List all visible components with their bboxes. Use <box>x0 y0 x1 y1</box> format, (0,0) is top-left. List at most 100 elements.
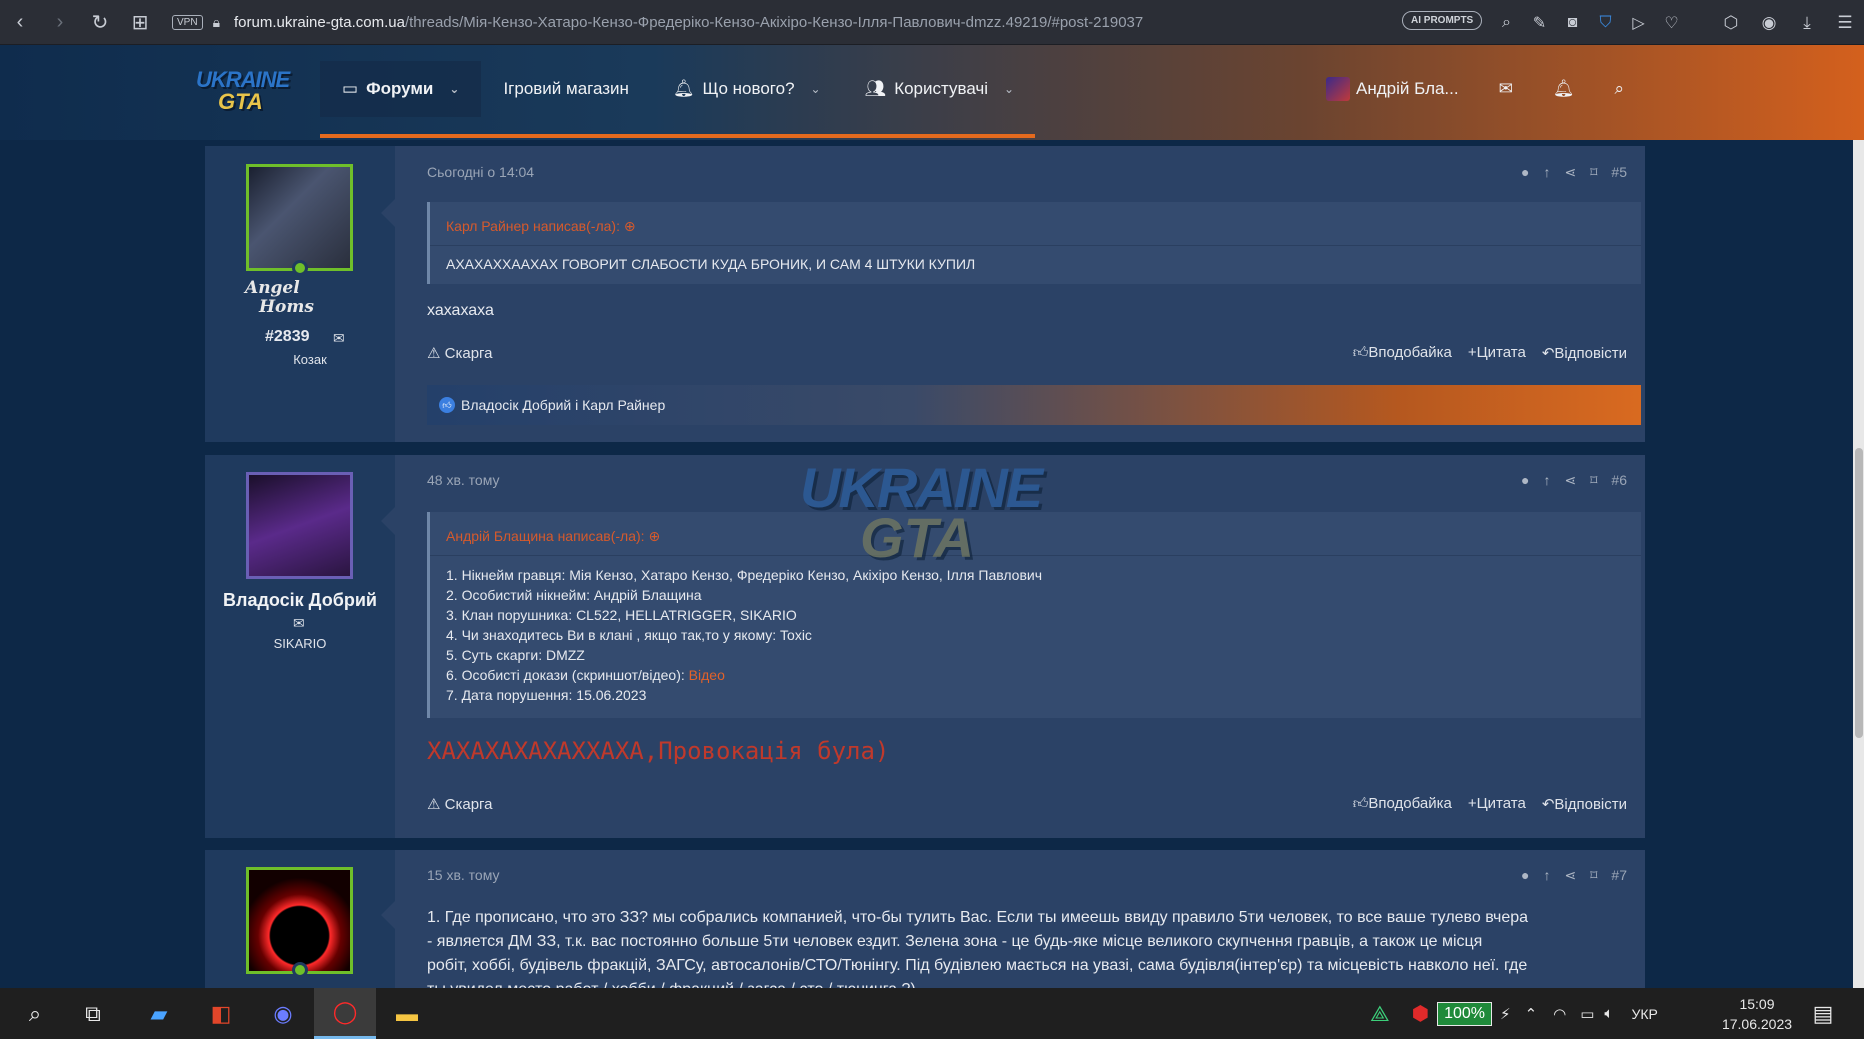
address-bar[interactable]: forum.ukraine-gta.com.ua/threads/Мія-Кен… <box>234 14 1334 31</box>
profile-icon[interactable]: ◉ <box>1750 13 1788 33</box>
bookmark-icon[interactable]: ⌑ <box>1590 867 1597 884</box>
chevron-down-icon[interactable]: ⌄ <box>1004 82 1014 96</box>
ai-prompts-button[interactable]: AI PROMPTS <box>1402 11 1483 30</box>
quote-header[interactable]: Андрій Блащина написав(-ла): ⊕ <box>446 528 660 545</box>
inbox-icon[interactable]: ✉ <box>1499 79 1513 99</box>
post-arrow <box>381 901 395 929</box>
battery-icon[interactable]: ▭ <box>1580 1005 1594 1023</box>
post-user-cell: Владосік Добрий ✉ SIKARIO <box>205 455 395 838</box>
post-number[interactable]: #5 <box>1611 164 1627 181</box>
post-time[interactable]: 15 хв. тому <box>427 867 500 883</box>
back-icon[interactable]: ‹ <box>0 0 40 45</box>
post-number[interactable]: #7 <box>1611 867 1627 884</box>
nav-users[interactable]: 👥︎ Користувачі ⌄ <box>843 61 1037 117</box>
account-name[interactable]: Андрій Бла... <box>1356 79 1459 99</box>
avatar[interactable] <box>246 472 353 579</box>
comment-icon: ▭ <box>342 79 359 98</box>
evidence-video-link[interactable]: Відео <box>689 667 725 683</box>
scrollbar-thumb[interactable] <box>1855 448 1863 738</box>
arrow-up-icon[interactable]: ↑ <box>1544 164 1551 181</box>
plug-icon[interactable]: ⚡︎ <box>1500 1005 1511 1023</box>
nav-forums[interactable]: ▭ Форуми ⌄ <box>320 61 482 117</box>
arrow-up-circle-icon: ⊕ <box>648 528 661 544</box>
reply-button[interactable]: ↶Відповісти <box>1542 795 1627 813</box>
discord-icon[interactable]: ◉ <box>252 988 314 1039</box>
red-app-icon[interactable]: ⬢ <box>1412 1001 1429 1026</box>
search-icon[interactable]: ⌕ <box>1490 14 1523 32</box>
quote-header[interactable]: Карл Райнер написав(-ла): ⊕ <box>446 218 636 235</box>
battery-indicator[interactable]: 100% <box>1437 1001 1493 1026</box>
post-6: Владосік Добрий ✉ SIKARIO 48 хв. тому ● … <box>205 455 1645 838</box>
username[interactable]: Владосік Добрий <box>205 590 395 611</box>
report-button[interactable]: ⚠ Скарга <box>427 795 493 813</box>
share-icon[interactable]: ⋖ <box>1565 164 1577 181</box>
shield-icon[interactable]: ⛉ <box>1589 14 1622 32</box>
nav-whats-new[interactable]: 🔔︎ Що нового? ⌄ <box>651 61 843 117</box>
username[interactable]: Angel Homs <box>245 279 314 317</box>
post-time[interactable]: 48 хв. тому <box>427 472 500 488</box>
avatar[interactable] <box>246 164 353 271</box>
cube-icon[interactable]: ⬡ <box>1712 13 1750 33</box>
camera-icon[interactable]: ◙ <box>1556 14 1589 32</box>
bookmark-icon[interactable]: ⌑ <box>1590 164 1597 181</box>
send-icon[interactable]: ▷ <box>1622 13 1655 33</box>
report-button[interactable]: ⚠ Скарга <box>427 344 493 362</box>
search-icon[interactable]: ⌕ <box>1614 79 1624 99</box>
reply-button[interactable]: ↶Відповісти <box>1542 344 1627 362</box>
vpn-badge[interactable]: VPN <box>172 14 203 30</box>
reload-icon[interactable]: ↻ <box>80 0 120 45</box>
account-avatar[interactable] <box>1326 77 1350 101</box>
file-explorer-icon[interactable]: ▬ <box>376 988 438 1039</box>
post-text: хахахаха <box>427 302 494 319</box>
heart-icon[interactable]: ♡ <box>1655 13 1688 33</box>
post-number[interactable]: #6 <box>1611 472 1627 489</box>
edit-icon[interactable]: ✎ <box>1523 13 1556 33</box>
office-app-icon[interactable]: ◧ <box>190 988 252 1039</box>
quote-block: Карл Райнер написав(-ла): ⊕ АХАХАХХААХАХ… <box>427 202 1641 284</box>
post-tools: ● ↑ ⋖ ⌑ #5 <box>1521 164 1627 181</box>
search-icon[interactable]: ⌕ <box>4 988 66 1039</box>
post-user-cell: Angel Homs #2839 ✉ Козак <box>205 146 395 442</box>
post-arrow <box>381 199 395 227</box>
check-icon[interactable]: ● <box>1521 164 1529 181</box>
nav-shop[interactable]: Ігровий магазин <box>481 61 651 117</box>
arrow-up-icon[interactable]: ↑ <box>1544 867 1551 884</box>
reactions-bar[interactable]: 👍︎ Владосік Добрий і Карл Райнер <box>427 385 1641 425</box>
volume-icon[interactable]: 🔈︎ <box>1604 1005 1613 1022</box>
wifi-icon[interactable]: ◠ <box>1553 1005 1566 1023</box>
share-icon[interactable]: ⋖ <box>1565 867 1577 884</box>
check-icon[interactable]: ● <box>1521 867 1529 884</box>
chevron-down-icon[interactable]: ⌄ <box>811 82 821 96</box>
mail-icon[interactable]: ✉ <box>293 615 305 632</box>
tabs-grid-icon[interactable]: ⊞ <box>120 0 160 45</box>
chevron-down-icon[interactable]: ⌄ <box>449 82 459 96</box>
chevron-up-icon[interactable]: ⌃ <box>1525 1005 1538 1023</box>
menu-icon[interactable]: ☰ <box>1826 13 1864 33</box>
avatar[interactable] <box>246 867 353 974</box>
check-icon[interactable]: ● <box>1521 472 1529 489</box>
mail-icon[interactable]: ✉ <box>333 330 345 347</box>
forward-icon[interactable]: › <box>40 0 80 45</box>
activity-icon[interactable]: ⟁ <box>1370 1001 1390 1027</box>
download-icon[interactable]: ⤓ <box>1788 13 1826 33</box>
laptop-app-icon[interactable]: ▰ <box>128 988 190 1039</box>
site-logo[interactable]: UKRAINE GTA <box>196 67 294 119</box>
arrow-up-icon[interactable]: ↑ <box>1544 472 1551 489</box>
lock-icon[interactable]: 🔒︎ <box>213 14 220 31</box>
main-nav: ▭ Форуми ⌄ Ігровий магазин 🔔︎ Що нового?… <box>320 61 1036 117</box>
clock[interactable]: 15:09 17.06.2023 <box>1712 994 1802 1034</box>
like-button[interactable]: 👍︎Вподобайка <box>1353 795 1452 813</box>
like-button[interactable]: 👍︎Вподобайка <box>1353 344 1452 362</box>
quote-button[interactable]: +Цитата <box>1468 344 1526 362</box>
quote-button[interactable]: +Цитата <box>1468 795 1526 813</box>
bookmark-icon[interactable]: ⌑ <box>1590 472 1597 489</box>
post-actions: 👍︎Вподобайка +Цитата ↶Відповісти <box>1353 795 1627 813</box>
task-view-icon[interactable]: ⧉ <box>62 988 124 1039</box>
notifications-icon[interactable]: ▤ <box>1792 988 1854 1039</box>
language-indicator[interactable]: УКР <box>1631 1006 1657 1022</box>
post-tools: ● ↑ ⋖ ⌑ #7 <box>1521 867 1627 884</box>
opera-icon[interactable]: ◯ <box>314 988 376 1039</box>
share-icon[interactable]: ⋖ <box>1565 472 1577 489</box>
alerts-bell-icon[interactable]: 🔔︎ <box>1553 79 1575 99</box>
post-time[interactable]: Сьогодні о 14:04 <box>427 164 534 180</box>
